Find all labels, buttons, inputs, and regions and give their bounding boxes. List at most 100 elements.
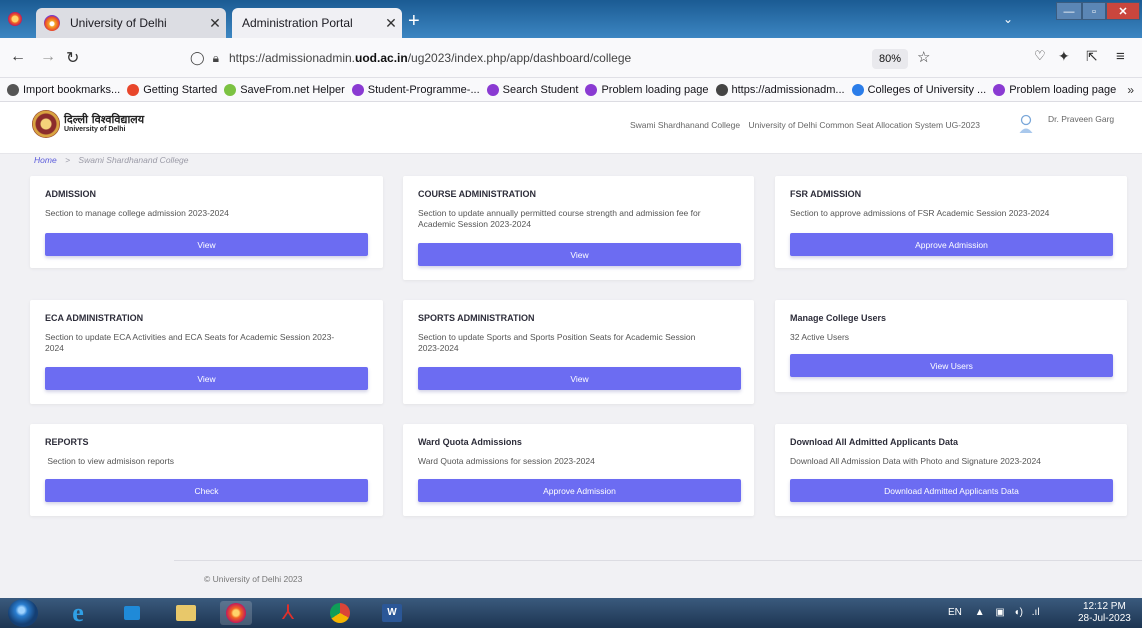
bookmark-item[interactable]: Student-Programme-...	[351, 83, 480, 96]
card-title: REPORTS	[45, 437, 89, 447]
pocket-icon[interactable]: ♡	[1034, 48, 1046, 64]
system-name: University of Delhi Common Seat Allocati…	[748, 120, 980, 130]
list-all-tabs-icon[interactable]: ⌄	[1003, 12, 1013, 26]
maximize-icon[interactable]: ▫	[1082, 2, 1106, 20]
active-users-count: 32 Active Users	[790, 332, 850, 342]
download-applicants-button[interactable]: Download Admitted Applicants Data	[790, 479, 1113, 502]
tab-university-of-delhi[interactable]: University of Delhi ✕	[36, 8, 226, 38]
manage-college-users-card: Manage College Users 32 Active Users Vie…	[775, 300, 1127, 392]
close-icon[interactable]: ✕	[204, 15, 226, 32]
card-title: ADMISSION	[45, 189, 97, 199]
breadcrumb-current: Swami Shardhanand College	[78, 155, 189, 165]
breadcrumb-home-link[interactable]: Home	[34, 155, 57, 165]
import-icon	[7, 83, 19, 96]
close-icon[interactable]: ✕	[380, 15, 402, 32]
window-close-icon[interactable]: ✕	[1106, 2, 1140, 20]
firefox-icon	[127, 83, 140, 96]
course-administration-view-button[interactable]: View	[418, 243, 741, 266]
user-avatar-icon[interactable]	[1018, 114, 1034, 134]
bookmark-label: Problem loading page	[1009, 83, 1117, 96]
acrobat-icon[interactable]: ⅄	[272, 601, 304, 625]
bookmark-item[interactable]: https://admissionadm...	[715, 83, 845, 96]
network-icon[interactable]: ▣	[995, 607, 1004, 618]
bookmark-label: SaveFrom.net Helper	[240, 83, 345, 96]
zoom-level[interactable]: 80%	[872, 49, 908, 69]
tracking-shield-icon[interactable]: ◯	[190, 50, 205, 66]
sports-administration-card: SPORTS ADMINISTRATION Section to update …	[403, 300, 754, 404]
volume-icon[interactable]: ◖)	[1014, 607, 1023, 618]
card-description: Ward Quota admissions for session 2023-2…	[418, 456, 595, 466]
signal-icon[interactable]: .ıl	[1032, 607, 1040, 618]
fsr-approve-admission-button[interactable]: Approve Admission	[790, 233, 1113, 256]
firefox-menu-icon[interactable]	[8, 12, 22, 26]
bookmark-item[interactable]: Getting Started	[127, 83, 218, 96]
sports-view-button[interactable]: View	[418, 367, 741, 390]
firefox-taskbar-icon[interactable]	[220, 601, 252, 625]
card-title: Ward Quota Admissions	[418, 437, 522, 447]
card-title: SPORTS ADMINISTRATION	[418, 313, 535, 323]
ward-quota-card: Ward Quota Admissions Ward Quota admissi…	[403, 424, 754, 516]
ward-quota-approve-button[interactable]: Approve Admission	[418, 479, 741, 502]
minimize-icon[interactable]: —	[1056, 2, 1082, 20]
tab-administration-portal[interactable]: Administration Portal ✕	[232, 8, 402, 38]
language-indicator[interactable]: EN	[948, 607, 962, 618]
bookmark-label: https://admissionadm...	[731, 83, 845, 96]
admission-view-button[interactable]: View	[45, 233, 368, 256]
site-header: दिल्ली विश्वविद्यालय University of Delhi…	[0, 102, 1142, 154]
reports-check-button[interactable]: Check	[45, 479, 368, 502]
card-title: ECA ADMINISTRATION	[45, 313, 144, 323]
start-button-icon[interactable]	[8, 599, 38, 627]
bookmark-item[interactable]: Colleges of University ...	[851, 83, 986, 96]
windows-taskbar: e ⅄ W EN ▲ ▣ ◖) .ıl 12:12 PM 28-Jul-2023	[0, 598, 1142, 628]
lock-icon[interactable]: 🔒︎	[213, 51, 219, 66]
back-icon[interactable]: ←	[10, 48, 26, 66]
card-description: Section to approve admissions of FSR Aca…	[790, 208, 1050, 218]
new-tab-button[interactable]: +	[408, 10, 420, 33]
bookmark-item[interactable]: Search Student	[486, 83, 578, 96]
bookmark-item[interactable]: Problem loading page	[585, 83, 709, 96]
breadcrumb: Home > Swami Shardhanand College	[34, 155, 189, 165]
tray-expand-icon[interactable]: ▲	[975, 607, 985, 618]
du-favicon-icon	[44, 15, 60, 31]
bookmark-label: Import bookmarks...	[23, 83, 121, 96]
user-name[interactable]: Dr. Praveen Garg	[1048, 114, 1114, 124]
course-administration-card: COURSE ADMINISTRATION Section to update …	[403, 176, 754, 280]
du-favicon-icon	[585, 83, 598, 96]
bookmarks-overflow-icon[interactable]: »	[1123, 82, 1134, 97]
card-description: Section to update annually permitted cou…	[418, 208, 701, 229]
browser-tab-strip: University of Delhi ✕ Administration Por…	[0, 0, 1142, 38]
bookmark-item[interactable]: SaveFrom.net Helper	[224, 83, 345, 96]
system-tray: EN ▲ ▣ ◖) .ıl	[948, 607, 1040, 618]
du-favicon-icon	[351, 83, 364, 96]
view-users-button[interactable]: View Users	[790, 354, 1113, 377]
word-icon[interactable]: W	[376, 601, 408, 625]
card-title: Manage College Users	[790, 313, 887, 323]
forward-icon[interactable]: →	[40, 48, 56, 66]
bookmark-star-icon[interactable]: ☆	[917, 48, 930, 66]
bookmark-item[interactable]: Import bookmarks...	[7, 83, 121, 96]
extension-icon[interactable]: ✦	[1058, 48, 1070, 65]
bookmark-label: Problem loading page	[601, 83, 709, 96]
arrow-down-icon	[224, 83, 237, 96]
header-info: Swami Shardhanand College University of …	[630, 120, 980, 130]
media-player-icon[interactable]	[116, 601, 148, 625]
reports-card: REPORTS Section to view admisison report…	[30, 424, 383, 516]
url-text: https://admissionadmin.uod.ac.in/ug2023/…	[228, 51, 632, 65]
admission-card: ADMISSION Section to manage college admi…	[30, 176, 383, 268]
taskbar-clock[interactable]: 12:12 PM 28-Jul-2023	[1078, 601, 1131, 625]
share-icon[interactable]: ⇱	[1086, 48, 1098, 65]
app-menu-icon[interactable]: ≡	[1116, 48, 1125, 65]
browser-nav-bar: ← → ↻ ◯ 🔒︎ https://admissionadmin.uod.ac…	[0, 38, 1142, 78]
reload-icon[interactable]: ↻	[66, 48, 79, 68]
internet-explorer-icon[interactable]: e	[62, 600, 94, 626]
bookmark-item[interactable]: Problem loading page	[993, 83, 1117, 96]
url-bar[interactable]: ◯ 🔒︎ https://admissionadmin.uod.ac.in/ug…	[190, 44, 950, 72]
eca-view-button[interactable]: View	[45, 367, 368, 390]
colleges-icon	[851, 83, 864, 96]
university-logo[interactable]	[32, 110, 60, 138]
bookmark-label: Getting Started	[143, 83, 218, 96]
download-applicants-card: Download All Admitted Applicants Data Do…	[775, 424, 1127, 516]
card-description: Download All Admission Data with Photo a…	[790, 456, 1041, 466]
chrome-icon[interactable]	[324, 601, 356, 625]
file-explorer-icon[interactable]	[170, 601, 202, 625]
